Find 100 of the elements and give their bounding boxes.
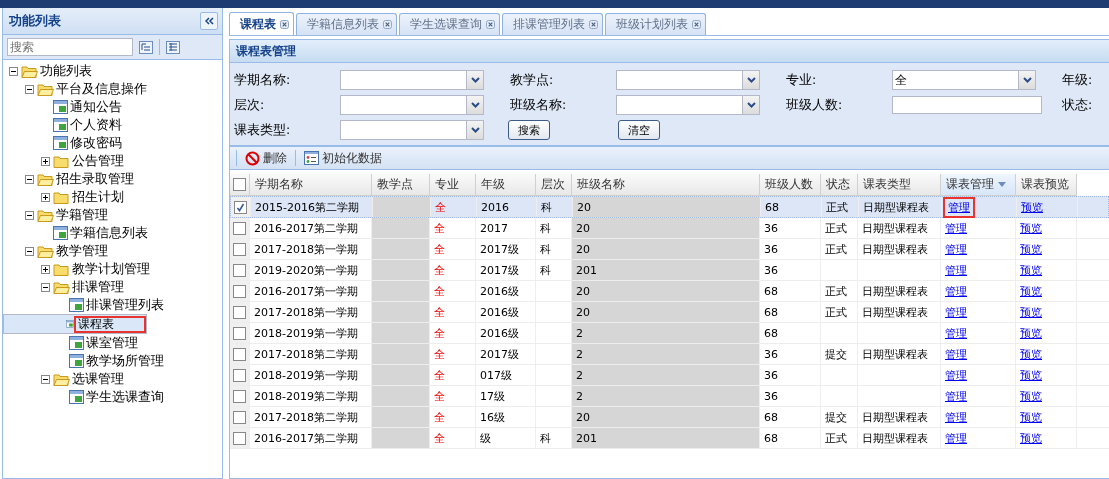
column-header[interactable]: 状态 xyxy=(821,174,858,196)
tree-item[interactable]: 平台及信息操作 xyxy=(3,80,222,98)
select-field[interactable]: 全 xyxy=(892,70,1036,90)
tree-item[interactable]: 课程表 xyxy=(3,314,147,334)
manage-link[interactable]: 管理 xyxy=(945,220,967,236)
row-checkbox[interactable] xyxy=(233,347,246,361)
table-row[interactable]: 2015-2016第二学期 全 2016 科 20 68 正式 日期型课程表 管理 预览 xyxy=(230,196,1109,218)
collapse-icon[interactable] xyxy=(41,282,50,292)
preview-link[interactable]: 预览 xyxy=(1020,367,1042,383)
collapse-sidebar-button[interactable] xyxy=(200,12,218,30)
manage-link[interactable]: 管理 xyxy=(945,346,967,362)
manage-link[interactable]: 管理 xyxy=(945,430,967,446)
tree-item[interactable]: 公告管理 xyxy=(3,152,222,170)
manage-link[interactable]: 管理 xyxy=(945,367,967,383)
init-data-button[interactable]: 初始化数据 xyxy=(302,150,384,166)
tree-item[interactable]: 学籍管理 xyxy=(3,206,222,224)
tab[interactable]: 排课管理列表 xyxy=(502,13,603,35)
collapse-icon[interactable] xyxy=(25,84,34,94)
manage-link[interactable]: 管理 xyxy=(946,199,972,215)
select-field[interactable] xyxy=(340,95,484,115)
tree-item[interactable]: 排课管理列表 xyxy=(3,296,222,314)
tab[interactable]: 学籍信息列表 xyxy=(296,13,397,35)
column-header[interactable]: 班级人数 xyxy=(760,174,821,196)
table-row[interactable]: 2018-2019第一学期 全 017级 2 36 管理 预览 xyxy=(230,365,1109,386)
row-checkbox[interactable] xyxy=(233,326,246,340)
tree-view-icon[interactable] xyxy=(139,40,153,54)
tree-item[interactable]: 教学管理 xyxy=(3,242,222,260)
delete-button[interactable]: 删除 xyxy=(243,150,289,166)
list-view-icon[interactable] xyxy=(166,40,180,54)
collapse-icon[interactable] xyxy=(41,374,50,384)
preview-link[interactable]: 预览 xyxy=(1020,325,1042,341)
manage-link[interactable]: 管理 xyxy=(945,325,967,341)
table-row[interactable]: 2018-2019第一学期 全 2016级 2 68 管理 预览 xyxy=(230,323,1109,344)
select-field[interactable] xyxy=(616,95,760,115)
tree-item[interactable]: 学生选课查询 xyxy=(3,388,222,406)
manage-link[interactable]: 管理 xyxy=(945,241,967,257)
preview-link[interactable]: 预览 xyxy=(1020,241,1042,257)
manage-link[interactable]: 管理 xyxy=(945,388,967,404)
select-all-checkbox[interactable] xyxy=(233,178,246,191)
input-field[interactable] xyxy=(892,96,1042,114)
tab[interactable]: 课程表 xyxy=(229,12,294,35)
tree-item[interactable]: 修改密码 xyxy=(3,134,222,152)
row-checkbox[interactable] xyxy=(233,242,246,256)
tree-item[interactable]: 招生计划 xyxy=(3,188,222,206)
close-icon[interactable] xyxy=(589,20,598,29)
table-row[interactable]: 2016-2017第一学期 全 2016级 20 68 正式 日期型课程表 管理 预览 xyxy=(230,281,1109,302)
preview-link[interactable]: 预览 xyxy=(1020,409,1042,425)
manage-link[interactable]: 管理 xyxy=(945,283,967,299)
tree-item[interactable]: 课室管理 xyxy=(3,334,222,352)
manage-link[interactable]: 管理 xyxy=(945,304,967,320)
tree-item[interactable]: 个人资料 xyxy=(3,116,222,134)
row-checkbox[interactable] xyxy=(233,305,246,319)
row-checkbox[interactable] xyxy=(233,389,246,403)
row-checkbox[interactable] xyxy=(233,410,246,424)
tree-item[interactable]: 选课管理 xyxy=(3,370,222,388)
search-field[interactable]: 搜索 xyxy=(7,38,133,56)
column-header[interactable]: 学期名称 xyxy=(250,174,372,196)
column-header[interactable]: 层次 xyxy=(536,174,572,196)
manage-link[interactable]: 管理 xyxy=(945,262,967,278)
column-header[interactable]: 教学点 xyxy=(372,174,430,196)
expand-icon[interactable] xyxy=(41,156,50,166)
close-icon[interactable] xyxy=(692,20,701,29)
column-header[interactable]: 课表预览 xyxy=(1016,174,1077,196)
preview-link[interactable]: 预览 xyxy=(1020,430,1042,446)
column-header[interactable]: 班级名称 xyxy=(572,174,760,196)
collapse-icon[interactable] xyxy=(25,246,34,256)
preview-link[interactable]: 预览 xyxy=(1020,388,1042,404)
row-checkbox[interactable] xyxy=(233,368,246,382)
preview-link[interactable]: 预览 xyxy=(1020,346,1042,362)
search-button[interactable]: 搜索 xyxy=(508,120,550,140)
column-header[interactable]: 专业 xyxy=(430,174,476,196)
preview-link[interactable]: 预览 xyxy=(1020,304,1042,320)
close-icon[interactable] xyxy=(280,19,289,29)
tree-item[interactable]: 学籍信息列表 xyxy=(3,224,222,242)
preview-link[interactable]: 预览 xyxy=(1020,220,1042,236)
row-checkbox[interactable] xyxy=(233,431,246,445)
row-checkbox[interactable] xyxy=(233,284,246,298)
collapse-icon[interactable] xyxy=(9,66,18,76)
close-icon[interactable] xyxy=(383,20,392,29)
table-row[interactable]: 2017-2018第二学期 全 2017级 2 36 提交 日期型课程表 管理 预览 xyxy=(230,344,1109,365)
row-checkbox[interactable] xyxy=(233,221,246,235)
table-row[interactable]: 2017-2018第二学期 全 16级 20 68 提交 日期型课程表 管理 预览 xyxy=(230,407,1109,428)
select-field[interactable] xyxy=(340,120,484,140)
manage-link[interactable]: 管理 xyxy=(945,409,967,425)
preview-link[interactable]: 预览 xyxy=(1020,283,1042,299)
collapse-icon[interactable] xyxy=(25,210,34,220)
tree-item[interactable]: 教学场所管理 xyxy=(3,352,222,370)
table-row[interactable]: 2016-2017第二学期 全 2017 科 20 36 正式 日期型课程表 管理 预览 xyxy=(230,218,1109,239)
select-field[interactable] xyxy=(616,70,760,90)
preview-link[interactable]: 预览 xyxy=(1021,199,1043,215)
table-row[interactable]: 2017-2018第一学期 全 2016级 20 68 正式 日期型课程表 管理 预览 xyxy=(230,302,1109,323)
expand-icon[interactable] xyxy=(41,192,50,202)
tab[interactable]: 班级计划列表 xyxy=(605,13,706,35)
table-row[interactable]: 2018-2019第二学期 全 17级 2 36 管理 预览 xyxy=(230,386,1109,407)
tree-item[interactable]: 排课管理 xyxy=(3,278,222,296)
tree-item[interactable]: 招生录取管理 xyxy=(3,170,222,188)
close-icon[interactable] xyxy=(486,20,495,29)
column-header[interactable]: 课表类型 xyxy=(858,174,941,196)
row-checkbox[interactable] xyxy=(233,263,246,277)
select-field[interactable] xyxy=(340,70,484,90)
